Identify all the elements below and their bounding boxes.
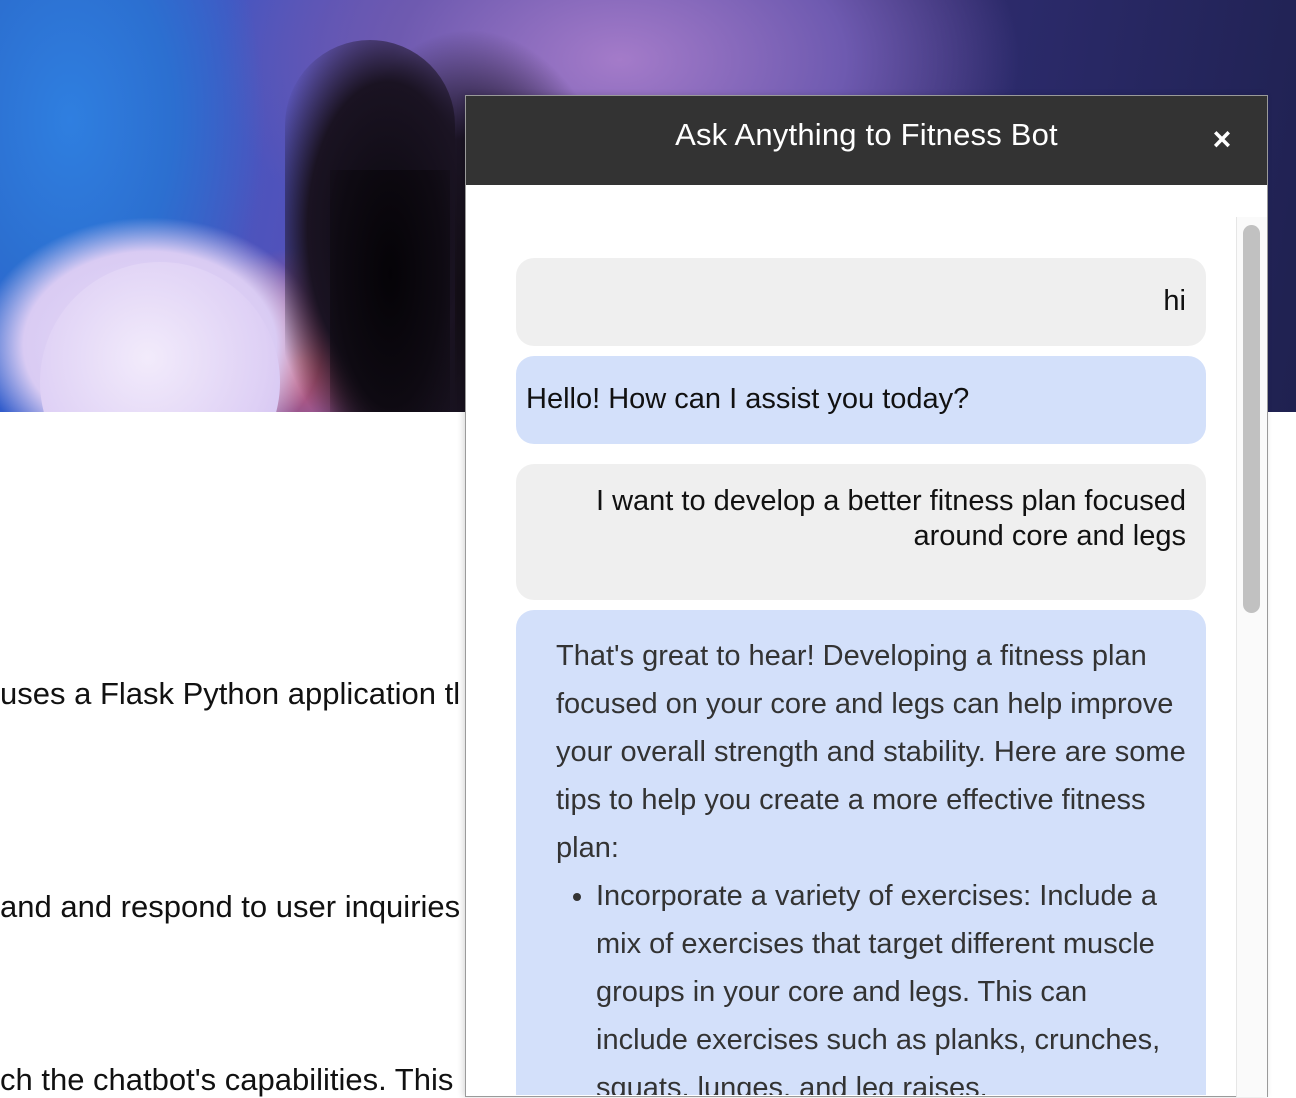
chat-header: Ask Anything to Fitness Bot × [466,96,1267,185]
message-bullet-item: Incorporate a variety of exercises: Incl… [596,872,1186,1095]
hero-dark-shape [330,170,450,412]
bot-message: Hello! How can I assist you today? [516,356,1206,444]
chat-window: Ask Anything to Fitness Bot × hi Hello! … [465,95,1268,1097]
page-paragraph-line: uses a Flask Python application tl [0,676,461,711]
chat-title: Ask Anything to Fitness Bot [675,117,1058,152]
page-paragraph-line: ch the chatbot's capabilities. This [0,1062,454,1097]
message-text: That's great to hear! Developing a fitne… [556,640,1186,864]
bot-message: That's great to hear! Developing a fitne… [516,610,1206,1095]
message-bullet-list: Incorporate a variety of exercises: Incl… [556,872,1186,1095]
page-paragraph-line: and and respond to user inquiries [0,889,461,924]
message-text: Hello! How can I assist you today? [526,383,970,415]
hero-light-shape [40,262,280,412]
message-text: hi [1163,285,1186,317]
user-message: I want to develop a better fitness plan … [516,464,1206,600]
user-message: hi [516,258,1206,346]
chat-messages[interactable]: hi Hello! How can I assist you today? I … [466,185,1236,1095]
close-icon[interactable]: × [1207,123,1237,155]
scrollbar-thumb[interactable] [1243,225,1260,613]
chat-scrollbar[interactable] [1236,217,1267,1097]
